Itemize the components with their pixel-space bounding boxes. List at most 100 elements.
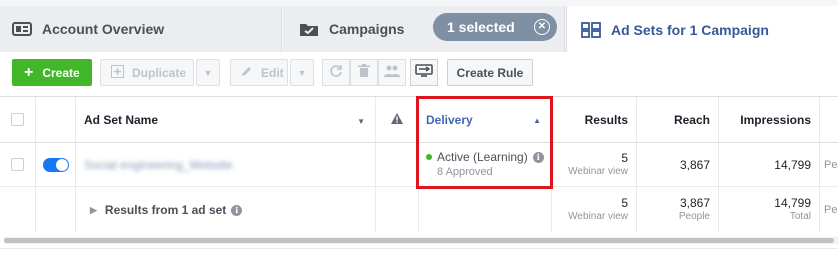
summary-label: Results from 1 ad set <box>104 203 227 217</box>
ad-set-name[interactable]: Social engineering_Website <box>84 158 233 172</box>
duplicate-icon <box>111 64 124 81</box>
refresh-button[interactable] <box>322 59 350 86</box>
table-row[interactable]: Social engineering_Website Active (Learn… <box>0 143 838 187</box>
column-header-impressions[interactable]: Impressions <box>719 97 820 142</box>
account-overview-icon <box>12 21 32 37</box>
row-checkbox-cell[interactable] <box>0 143 36 186</box>
duplicate-dropdown-chevron-icon[interactable]: ▼ <box>196 59 220 86</box>
folder-check-icon <box>299 21 319 37</box>
delete-button[interactable] <box>350 59 378 86</box>
delivery-status: Active (Learning) <box>437 149 528 164</box>
horizontal-scrollbar[interactable] <box>4 237 838 244</box>
delivery-stack: Active (Learning) i 8 Approved <box>426 150 544 180</box>
column-header-name-label: Ad Set Name <box>84 112 159 127</box>
column-header-truncated[interactable] <box>820 97 838 142</box>
create-rule-button[interactable]: Create Rule <box>447 59 533 86</box>
chevron-down-icon[interactable]: ▼ <box>357 117 365 126</box>
summary-check-cell <box>0 187 36 233</box>
summary-name-cell[interactable]: ▶ Results from 1 ad set i <box>76 187 376 233</box>
results-value: 5 <box>621 150 628 165</box>
column-header-reach-label: Reach <box>673 112 710 127</box>
tab-account-overview[interactable]: Account Overview <box>0 6 282 52</box>
results-sub: Webinar view <box>568 165 628 177</box>
plus-icon: + <box>24 63 34 81</box>
summary-reach-stack: 3,867 People <box>679 196 710 224</box>
compare-button[interactable] <box>410 59 438 86</box>
impressions-value: 14,799 <box>774 157 811 172</box>
row-warning-cell <box>376 143 419 186</box>
reach-cell: 3,867 <box>637 143 719 186</box>
delivery-sub: 8 Approved <box>437 165 493 178</box>
column-header-impressions-label: Impressions <box>740 112 811 127</box>
ad-set-status-toggle[interactable] <box>42 157 69 172</box>
ad-sets-table: Ad Set Name ▼ Delivery ▲ Results Reach I… <box>0 96 838 236</box>
duplicate-button-label: Duplicate <box>132 65 187 80</box>
summary-delivery-cell <box>419 187 552 233</box>
scrollbar-thumb[interactable] <box>4 238 834 243</box>
column-header-results[interactable]: Results <box>552 97 637 142</box>
create-button-label: Create <box>42 65 80 80</box>
close-icon[interactable]: ✕ <box>534 19 550 35</box>
tab-ad-sets[interactable]: Ad Sets for 1 Campaign <box>566 6 838 53</box>
divider <box>0 248 838 249</box>
info-icon[interactable]: i <box>532 151 544 163</box>
results-cell: 5 Webinar view <box>552 143 637 186</box>
summary-results-stack: 5 Webinar view <box>568 196 628 224</box>
summary-truncated-cell: Pe <box>820 187 838 233</box>
summary-reach-cell: 3,867 People <box>637 187 719 233</box>
edit-button[interactable]: Edit <box>230 59 288 86</box>
select-all-checkbox[interactable] <box>11 113 24 126</box>
impressions-cell: 14,799 <box>719 143 820 186</box>
selection-pill-label: 1 selected <box>447 19 515 35</box>
status-dot-icon <box>426 154 432 160</box>
pencil-icon <box>241 65 253 80</box>
reach-value: 3,867 <box>679 157 710 172</box>
people-icon <box>384 64 400 81</box>
audience-button[interactable] <box>378 59 406 86</box>
compare-icon <box>415 64 433 81</box>
summary-impressions-cell: 14,799 Total <box>719 187 820 233</box>
summary-reach-value: 3,867 <box>679 196 710 210</box>
create-button[interactable]: + Create <box>12 59 92 86</box>
toolbar: + Create Duplicate ▼ Edit ▼ Create Rule <box>0 52 838 96</box>
info-icon[interactable]: i <box>231 204 243 216</box>
truncated-cell: Pe <box>820 143 838 186</box>
ad-set-name-cell[interactable]: Social engineering_Website <box>76 143 376 186</box>
delivery-status-line: Active (Learning) i <box>426 150 544 165</box>
column-header-delivery-label: Delivery <box>426 112 473 127</box>
trash-icon <box>358 64 370 81</box>
row-checkbox[interactable] <box>11 158 24 171</box>
results-stack: 5 Webinar view <box>568 151 628 179</box>
summary-results-value: 5 <box>621 196 628 210</box>
column-header-reach[interactable]: Reach <box>637 97 719 142</box>
summary-results-cell: 5 Webinar view <box>552 187 637 233</box>
row-toggle-cell[interactable] <box>36 143 76 186</box>
chevron-right-icon[interactable]: ▶ <box>90 205 97 216</box>
toggle-header-cell <box>36 97 76 142</box>
tab-label: Campaigns <box>329 21 405 37</box>
summary-impressions-value: 14,799 <box>774 196 811 210</box>
edit-dropdown-chevron-icon[interactable]: ▼ <box>290 59 314 86</box>
truncated-value: Pe <box>824 158 838 171</box>
summary-truncated-value: Pe <box>824 204 838 216</box>
summary-toggle-cell <box>36 187 76 233</box>
tab-label: Account Overview <box>42 21 165 37</box>
summary-impressions-stack: 14,799 Total <box>774 196 811 224</box>
select-all-checkbox-cell[interactable] <box>0 97 36 142</box>
edit-button-label: Edit <box>261 65 284 80</box>
summary-reach-sub: People <box>678 211 710 222</box>
column-header-name[interactable]: Ad Set Name ▼ <box>76 97 376 142</box>
column-header-warnings[interactable] <box>376 97 419 142</box>
warning-icon <box>391 112 403 127</box>
selection-pill[interactable]: 1 selected ✕ <box>433 13 557 41</box>
sort-ascending-icon[interactable]: ▲ <box>533 116 541 125</box>
duplicate-button[interactable]: Duplicate <box>100 59 194 86</box>
column-header-delivery[interactable]: Delivery ▲ <box>419 97 552 142</box>
summary-impressions-sub: Total <box>789 211 811 222</box>
refresh-icon <box>329 64 343 81</box>
summary-results-sub: Webinar view <box>568 211 628 222</box>
summary-row: ▶ Results from 1 ad set i 5 Webinar view… <box>0 187 838 233</box>
tab-bar: Account Overview Campaigns 1 selected ✕ … <box>0 0 838 53</box>
table-header-row: Ad Set Name ▼ Delivery ▲ Results Reach I… <box>0 97 838 143</box>
tab-label: Ad Sets for 1 Campaign <box>611 21 769 38</box>
